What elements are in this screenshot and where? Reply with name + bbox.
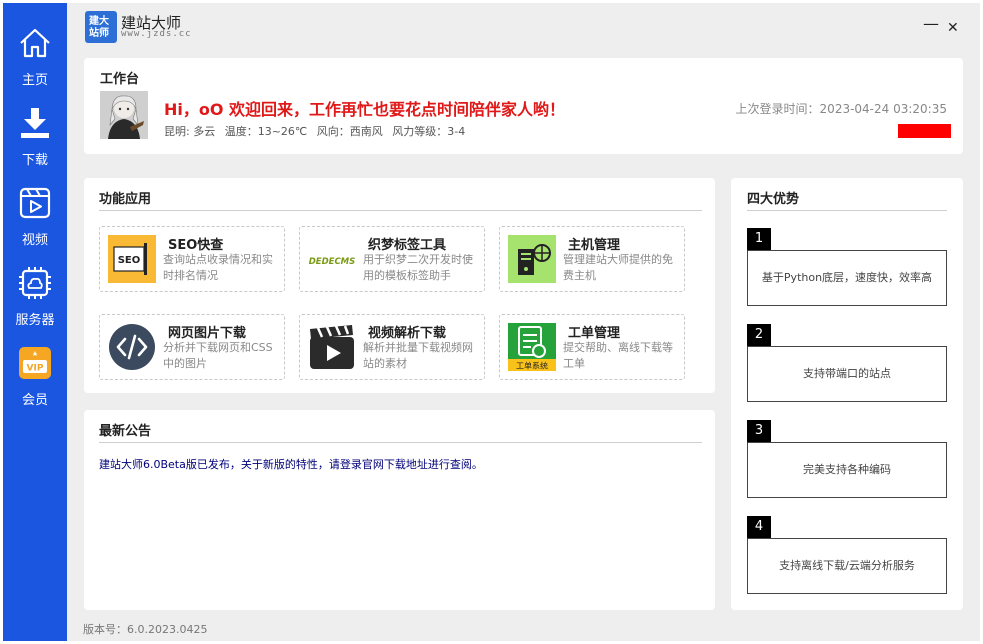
- app-url: www.jzds.cc: [121, 29, 192, 39]
- clapperboard-icon: [308, 323, 356, 371]
- sidebar-item-label: 会员: [21, 393, 48, 408]
- workbench-card: 工作台 Hi，oO 欢迎回来，工作再忙也要花点时间陪伴家人哟！ 昆明: 多云 温…: [84, 58, 963, 154]
- sidebar-item-video[interactable]: 视频: [3, 171, 67, 248]
- tile-video-parse-download[interactable]: 视频解析下载 解析并批量下载视频网站的素材: [299, 314, 485, 380]
- sidebar-item-server[interactable]: 服务器: [3, 251, 67, 328]
- tile-title: 工单管理: [568, 326, 621, 341]
- video-icon: [19, 187, 51, 219]
- tile-description: 提交帮助、离线下载等工单: [563, 341, 673, 370]
- tile-title: SEO快查: [168, 238, 224, 253]
- weather-wind-level: 风力等级：3-4: [392, 125, 466, 138]
- version-label: 版本号：6.0.2023.0425: [83, 623, 208, 636]
- tile-dedecms-tag-tool[interactable]: DEDECMS 织梦标签工具 用于织梦二次开发时使用的模板标签助手: [299, 226, 485, 292]
- divider: [747, 210, 947, 211]
- tile-ticket-management[interactable]: 工单系统 工单管理 提交帮助、离线下载等工单: [499, 314, 685, 380]
- weather-temp: 温度：13~26℃: [224, 125, 308, 138]
- vip-icon: VIP: [19, 347, 51, 379]
- sidebar-item-label: 主页: [21, 73, 48, 88]
- ticket-system-icon: 工单系统: [508, 323, 556, 371]
- advantage-number: 1: [747, 228, 771, 250]
- server-icon: [19, 267, 51, 299]
- logo-text-top: 建大: [89, 16, 109, 27]
- svg-text:VIP: VIP: [27, 364, 44, 374]
- tile-title: 视频解析下载: [368, 326, 447, 341]
- main-area: 建大 站师 建站大师 www.jzds.cc — ✕ 工作台 Hi，oO 欢迎回…: [67, 3, 980, 641]
- tile-title: 主机管理: [568, 238, 621, 253]
- features-title: 功能应用: [99, 192, 152, 207]
- dedecms-icon: DEDECMS: [308, 235, 356, 283]
- weather-info: 昆明: 多云 温度：13~26℃ 风向：西南风 风力等级：3-4: [164, 123, 471, 139]
- weather-city: 昆明: 多云: [164, 125, 216, 138]
- weather-wind-dir: 风向：西南风: [316, 125, 383, 138]
- tile-description: 用于织梦二次开发时使用的模板标签助手: [363, 253, 473, 282]
- avatar-image: [100, 91, 148, 139]
- ticket-icon-text: 工单系统: [516, 361, 548, 371]
- sidebar-item-home[interactable]: 主页: [3, 11, 67, 88]
- sidebar-item-label: 视频: [21, 233, 48, 248]
- minimize-button[interactable]: —: [923, 16, 939, 32]
- tile-description: 解析并批量下载视频网站的素材: [363, 341, 473, 370]
- status-bar: [898, 124, 951, 138]
- last-login-time: 上次登录时间：2023-04-24 03:20:35: [735, 102, 947, 116]
- workbench-title: 工作台: [100, 72, 140, 87]
- download-icon: [21, 108, 49, 138]
- notice-card: 最新公告 建站大师6.0Beta版已发布，关于新版的特性，请登录官网下载地址进行…: [84, 410, 715, 610]
- notice-title: 最新公告: [99, 424, 152, 439]
- advantage-item: 支持带端口的站点: [747, 346, 947, 402]
- advantages-card: 四大优势 1 基于Python底层，速度快，效率高 2 支持带端口的站点 3 完…: [731, 178, 963, 610]
- code-icon: [108, 323, 156, 371]
- tile-web-image-download[interactable]: 网页图片下载 分析并下载网页和CSS中的图片: [99, 314, 285, 380]
- tile-title: 织梦标签工具: [368, 238, 447, 253]
- sidebar-item-vip[interactable]: VIP 会员: [3, 331, 67, 408]
- advantage-number: 4: [747, 516, 771, 538]
- tile-host-management[interactable]: 主机管理 管理建站大师提供的免费主机: [499, 226, 685, 292]
- seo-icon-text: SEO: [118, 255, 141, 266]
- advantage-item: 基于Python底层，速度快，效率高: [747, 250, 947, 306]
- sidebar-item-label: 下载: [21, 153, 48, 168]
- advantage-number: 2: [747, 324, 771, 346]
- features-card: 功能应用 SEO SEO快查 查询站点收录情况和实时排名情况 DEDECMS 织…: [84, 178, 715, 393]
- advantage-item: 完美支持各种编码: [747, 442, 947, 498]
- logo-text-bottom: 站师: [89, 28, 109, 39]
- tile-description: 查询站点收录情况和实时排名情况: [163, 253, 273, 282]
- advantages-title: 四大优势: [747, 192, 800, 207]
- sidebar-item-label: 服务器: [15, 313, 55, 328]
- sidebar-item-download[interactable]: 下载: [3, 91, 67, 168]
- avatar: [100, 91, 148, 139]
- sidebar: 主页 下载 视频 服务器 VIP 会员: [3, 3, 67, 641]
- app-logo: 建大 站师: [85, 11, 117, 43]
- tile-title: 网页图片下载: [168, 326, 247, 341]
- divider: [99, 442, 702, 443]
- tile-description: 分析并下载网页和CSS中的图片: [163, 341, 273, 370]
- welcome-message: Hi，oO 欢迎回来，工作再忙也要花点时间陪伴家人哟！: [164, 100, 566, 119]
- host-server-icon: [508, 235, 556, 283]
- dedecms-icon-text: DEDECMS: [309, 257, 356, 267]
- notice-text[interactable]: 建站大师6.0Beta版已发布，关于新版的特性，请登录官网下载地址进行查阅。: [99, 456, 483, 472]
- divider: [99, 210, 702, 211]
- advantage-number: 3: [747, 420, 771, 442]
- tile-seo-check[interactable]: SEO SEO快查 查询站点收录情况和实时排名情况: [99, 226, 285, 292]
- home-icon: [20, 28, 50, 58]
- advantage-item: 支持离线下载/云端分析服务: [747, 538, 947, 594]
- tile-description: 管理建站大师提供的免费主机: [563, 253, 673, 282]
- seo-icon: SEO: [108, 235, 156, 283]
- close-button[interactable]: ✕: [947, 21, 959, 35]
